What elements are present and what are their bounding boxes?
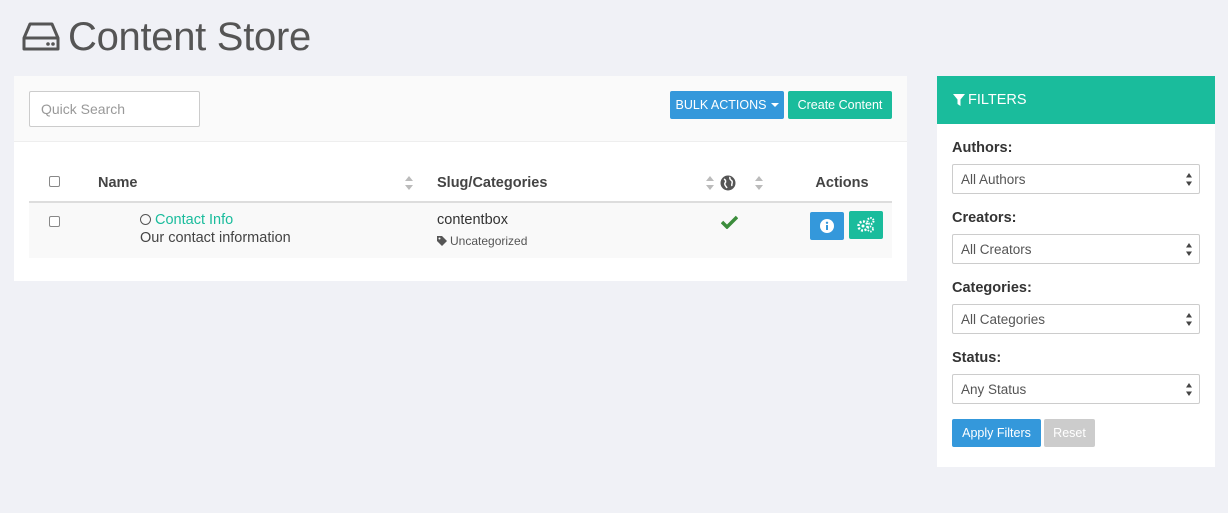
info-button[interactable] xyxy=(810,212,844,240)
content-description: Our contact information xyxy=(140,230,291,246)
categories-select-value: All Categories xyxy=(961,311,1046,327)
creators-select[interactable]: All Creators xyxy=(952,234,1200,264)
categories-select[interactable]: All Categories xyxy=(952,304,1200,334)
quick-search-input[interactable] xyxy=(29,91,200,127)
row-actions-cell xyxy=(792,202,892,258)
content-slug: contentbox xyxy=(437,212,508,228)
settings-button[interactable] xyxy=(849,211,884,239)
filters-title: FILTERS xyxy=(968,92,1027,108)
sort-icon xyxy=(706,176,714,190)
info-icon xyxy=(820,219,834,233)
bulk-actions-label: BULK ACTIONS xyxy=(675,98,767,112)
caret-down-icon xyxy=(770,103,779,107)
apply-filters-button[interactable]: Apply Filters xyxy=(952,419,1041,447)
filters-panel: FILTERS Authors: All Authors Creators: A… xyxy=(937,76,1215,467)
hdd-icon xyxy=(22,22,60,51)
row-checkbox[interactable] xyxy=(49,216,60,227)
categories-label: Categories: xyxy=(952,280,1032,296)
actions-header-label: Actions xyxy=(815,174,869,191)
authors-label: Authors: xyxy=(952,140,1013,156)
row-slug-cell: contentbox Uncategorized xyxy=(420,202,720,258)
reset-filters-button[interactable]: Reset xyxy=(1044,419,1095,447)
actions-header: Actions xyxy=(792,164,892,203)
row-name-cell: Contact Info Our contact information xyxy=(81,202,420,258)
published-header[interactable] xyxy=(720,164,792,203)
name-header[interactable]: Name xyxy=(81,164,420,203)
name-header-label: Name xyxy=(98,174,138,191)
content-table: Name Slug/Categories Actions Contact Inf… xyxy=(29,164,892,258)
select-arrows-icon xyxy=(1186,243,1192,256)
row-select-cell xyxy=(29,202,81,258)
globe-icon xyxy=(720,175,736,191)
gears-icon xyxy=(857,217,875,233)
bulk-actions-button[interactable]: BULK ACTIONS xyxy=(670,91,784,119)
tag-icon xyxy=(437,236,447,246)
content-title-link[interactable]: Contact Info xyxy=(155,212,233,228)
check-icon xyxy=(720,215,739,230)
sort-icon xyxy=(405,176,413,190)
authors-select-value: All Authors xyxy=(961,171,1026,187)
authors-select[interactable]: All Authors xyxy=(952,164,1200,194)
slug-header-label: Slug/Categories xyxy=(437,174,548,191)
filter-icon xyxy=(953,94,965,106)
create-content-button[interactable]: Create Content xyxy=(788,91,892,119)
toolbar: BULK ACTIONS Create Content xyxy=(14,76,907,142)
content-category: Uncategorized xyxy=(450,234,528,248)
filters-header: FILTERS xyxy=(937,76,1215,124)
creators-select-value: All Creators xyxy=(961,241,1032,257)
status-label: Status: xyxy=(952,350,1002,366)
circle-icon xyxy=(140,214,151,225)
sort-icon xyxy=(755,176,763,190)
row-published-cell xyxy=(720,202,792,258)
creators-label: Creators: xyxy=(952,210,1017,226)
status-select-value: Any Status xyxy=(961,381,1027,397)
select-all-checkbox[interactable] xyxy=(49,175,60,187)
table-header-row: Name Slug/Categories Actions xyxy=(29,164,892,203)
select-arrows-icon xyxy=(1186,173,1192,186)
content-panel: BULK ACTIONS Create Content Name Slug/Ca… xyxy=(14,76,907,281)
table-row: Contact Info Our contact information con… xyxy=(29,202,892,258)
slug-header[interactable]: Slug/Categories xyxy=(420,164,720,203)
page-title: Content Store xyxy=(68,14,311,59)
status-select[interactable]: Any Status xyxy=(952,374,1200,404)
select-arrows-icon xyxy=(1186,313,1192,326)
page-header: Content Store xyxy=(22,14,311,60)
select-all-cell xyxy=(29,164,81,203)
select-arrows-icon xyxy=(1186,383,1192,396)
